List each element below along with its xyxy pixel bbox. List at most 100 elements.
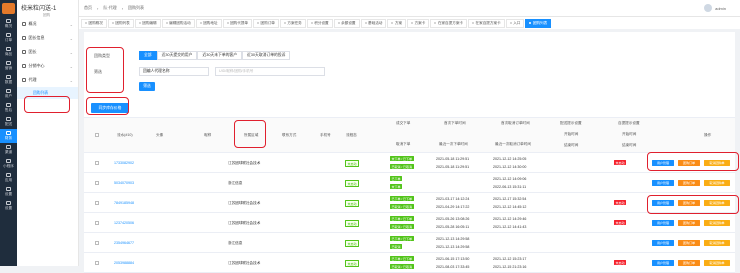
filter-segments: 全部 近30天提交的用户 近30天未下单的客户 近30天取消订单的投诉 [139,51,291,60]
user-manage-button[interactable]: 用户管理 [652,260,674,266]
group-order-button[interactable]: 团购订单 [678,180,700,186]
order-tag: 已下单 / 已下单 [390,196,414,201]
tab-label: 在家自提方案卡 [475,20,501,25]
chevron-down-icon: ⌄ [69,77,73,83]
rail-item-2[interactable]: 商品 [0,45,17,59]
rail-item-12[interactable]: 设置 [0,185,17,199]
col-phone: 手机号 [320,133,331,137]
sidebar-item-4[interactable]: 代理 ⌄ [17,73,78,87]
group-order-button[interactable]: 团购订单 [678,260,700,266]
rail-item-3[interactable]: 营销 [0,59,17,73]
tab-4[interactable]: 团购地址 [195,18,222,28]
status-badge: 未启动 [345,220,360,227]
search-input[interactable]: UID/昵称/团购/手机号 [215,67,325,76]
user-manage-button[interactable]: 用户管理 [652,240,674,246]
rail-item-label: 数据 [4,80,13,84]
rail-item-4[interactable]: 数据 [0,73,17,87]
rail-item-10[interactable]: 小程序 [0,157,17,171]
row-checkbox[interactable] [95,181,99,185]
rail-item-0[interactable]: 概况 [0,17,17,31]
serial-link[interactable]: 2354964677 [114,241,134,245]
order-tag: 未下单 / 已下单 [390,156,414,161]
tab-15[interactable]: 入口 [505,18,525,28]
row-checkbox[interactable] [95,241,99,245]
filter-segment-1[interactable]: 近30天提交的用户 [156,51,198,60]
tab-2[interactable]: 团购编辑 [134,18,161,28]
serial-link[interactable]: 5034070903 [114,181,134,185]
user-name: admin [715,5,726,11]
breadcrumb-current: 团购列表 [128,5,145,10]
last-cancel-time: 2022-06-13 15:31:11 [493,185,527,189]
tab-11[interactable]: 方案 [387,18,407,28]
filter-segment-3[interactable]: 近30天取消订单的投诉 [242,51,291,60]
col-time1: 首次下单时间 [444,121,466,125]
row-checkbox[interactable] [95,221,99,225]
sidebar-item-3[interactable]: 分销中心 ⌄ [17,59,78,73]
serial-link[interactable]: 2053988884 [114,261,134,265]
tab-9[interactable]: 余额设置 [333,18,360,28]
breadcrumb-section[interactable]: 队·代理 [103,5,116,11]
first-cancel-time: 2021-12-12 14:25:05 [493,157,527,161]
data-icon [6,75,11,79]
tab-label: 编辑团购活动 [169,20,191,25]
rail-item-label: 渠道 [4,150,13,154]
breadcrumb-separator: › [97,5,99,11]
last-order-time: 2021-05-18 11:29:51 [436,165,470,169]
cancel-group-button[interactable]: 取消团购单 [704,240,730,246]
tab-14[interactable]: 在家自提方案卡 [468,18,505,28]
rail-item-9[interactable]: 渠道 [0,143,17,157]
tab-1[interactable]: 团购列表 [107,18,134,28]
col-nickname: 昵称 [204,133,212,137]
tab-6[interactable]: 团购订单 [253,18,279,28]
rail-item-8[interactable]: 财务 [0,129,17,143]
rail-item-7[interactable]: 配送 [0,115,17,129]
user-manage-button[interactable]: 用户管理 [652,180,674,186]
rail-item-5[interactable]: 用户 [0,87,17,101]
tab-7[interactable]: 方案任务 [279,18,306,28]
user-manage-button[interactable]: 用户管理 [652,220,674,226]
filter-segment-0[interactable]: 全部 [139,51,157,60]
tab-10[interactable]: 基础活动 [360,18,387,28]
filter-segment-2[interactable]: 近30天未下单的客户 [197,51,243,60]
rail-item-1[interactable]: 订单 [0,31,17,45]
rail-item-6[interactable]: 售后 [0,101,17,115]
serial-link[interactable]: 1733082902 [114,161,134,165]
cancel-group-button[interactable]: 取消团购单 [704,180,730,186]
tab-12[interactable]: 方案卡 [407,18,430,28]
sidebar-header: 校米粒闪送-1 团购 [17,0,78,17]
first-order-time: 2021-03-17 14:12:24 [436,197,470,201]
row-checkbox[interactable] [95,161,99,165]
search-button[interactable]: 筛选 [139,82,155,91]
chevron-down-icon: ⌄ [69,21,73,27]
group-order-button[interactable]: 团购订单 [678,220,700,226]
last-order-time: 2021-05-28 16:05:11 [436,225,470,229]
breadcrumb-home[interactable]: 首页 [84,5,92,11]
rail-item-13[interactable]: 设置 [0,199,17,213]
proxy-name-select[interactable]: 团编人代理名称 [139,67,209,76]
group-order-button[interactable]: 团购订单 [678,240,700,246]
region-cell: 江苏团球联社会技术 [228,161,261,165]
select-all-checkbox[interactable] [95,133,99,137]
user-menu[interactable]: admin [704,4,726,12]
tab-13[interactable]: 在家自提方案卡 [430,18,468,28]
status-badge: 未启动 [345,160,360,167]
row-checkbox[interactable] [95,261,99,265]
tab-0[interactable]: 团购概况 [81,18,107,28]
serial-link[interactable]: 7849185948 [114,201,134,205]
serial-link[interactable]: 1237420506 [114,221,134,225]
sidebar-item-0[interactable]: 概况 ⌄ [17,17,78,31]
tab-3[interactable]: 编辑团购活动 [161,18,195,28]
app-rail: 概况 订单 商品 营销 数据 用户 售后 配送 财务 渠道 小程序 应用 设置 设置 [0,0,17,266]
tab-8[interactable]: 积分设置 [306,18,333,28]
tab-dot-icon [138,22,141,24]
sidebar-item-1[interactable]: 团长信息 ⌄ [17,31,78,45]
cancel-group-button[interactable]: 取消团购单 [704,260,730,266]
tab-5[interactable]: 团购代提单 [222,18,253,28]
sidebar-item-2[interactable]: 团长 ⌄ [17,45,78,59]
rail-item-11[interactable]: 应用 [0,171,17,185]
tab-label: 团购代提单 [230,20,249,25]
row-checkbox[interactable] [95,201,99,205]
first-order-time: 2021-06-15 17:13:50 [436,257,470,261]
cancel-group-button[interactable]: 取消团购单 [704,220,730,226]
tab-16[interactable]: 团购列表 [525,18,552,28]
